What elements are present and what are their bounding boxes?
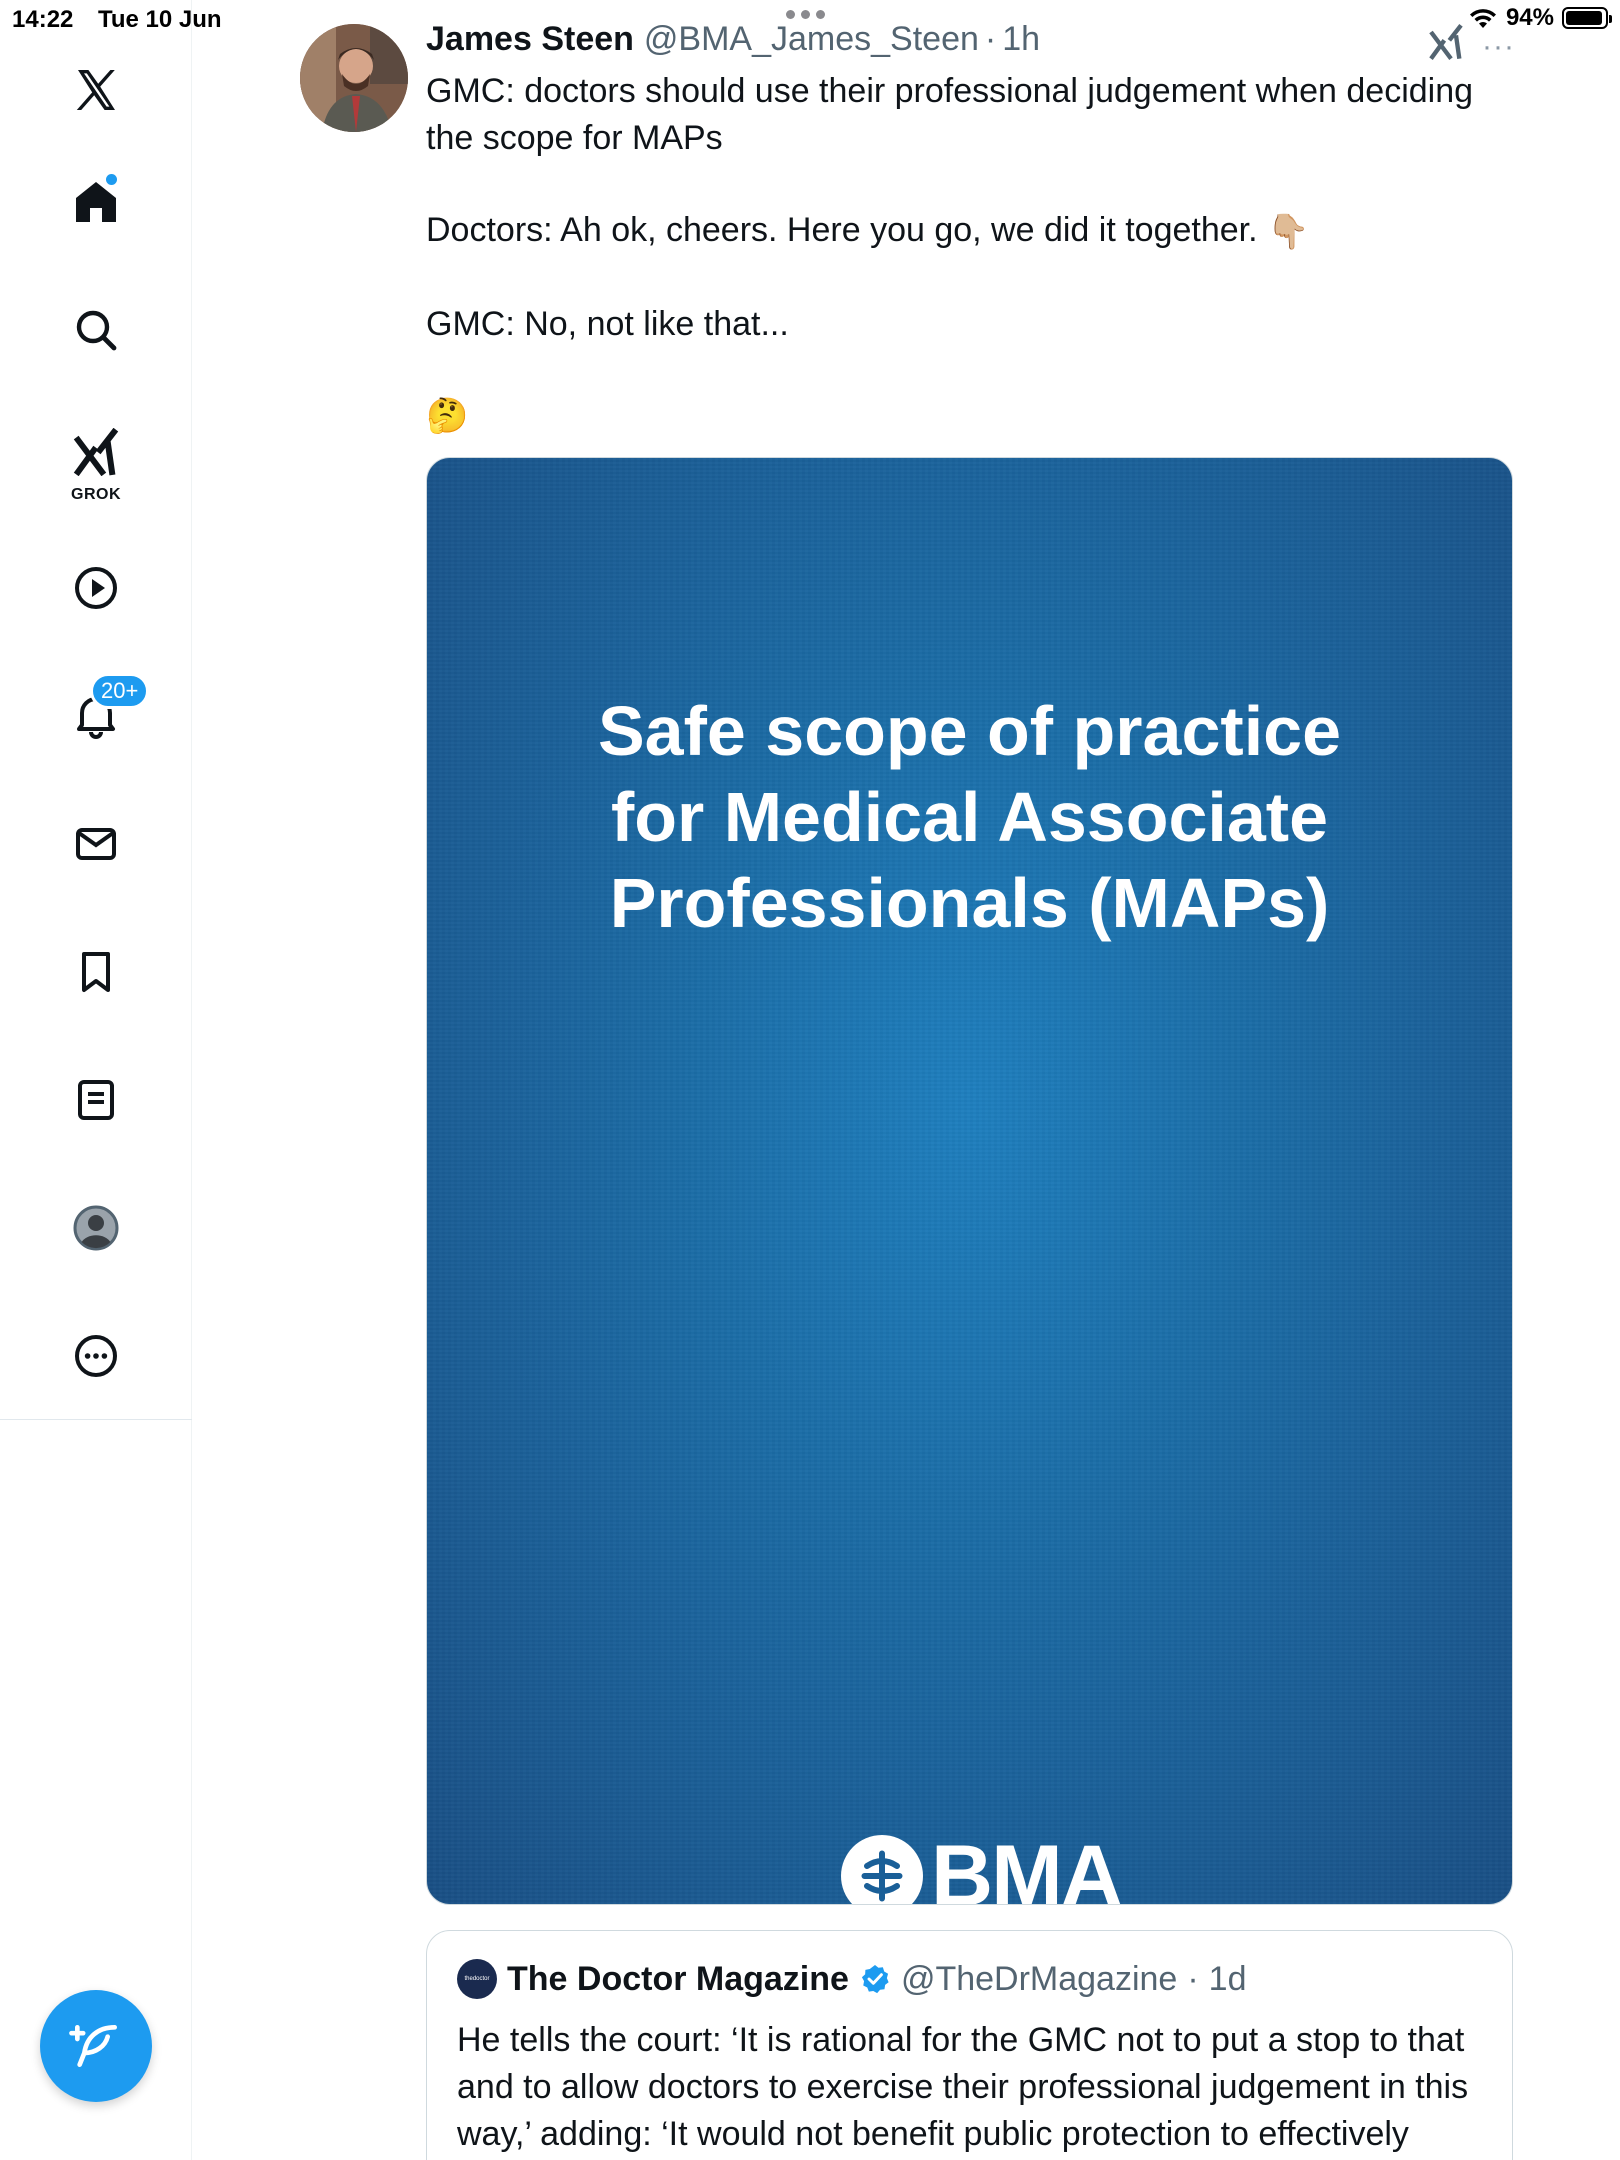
- tweet-paragraph: Doctors: Ah ok, cheers. Here you go, we …: [426, 207, 1506, 256]
- tweet-text: GMC: doctors should use their profession…: [426, 68, 1506, 485]
- play-circle-icon: [75, 567, 117, 609]
- battery-percentage: 94%: [1505, 4, 1554, 31]
- quote-text: He tells the court: ‘It is rational for …: [457, 2021, 1469, 2153]
- bma-emblem-icon: [841, 1835, 923, 1904]
- quoted-tweet[interactable]: thedoctor The Doctor Magazine @TheDrMaga…: [426, 1930, 1513, 2160]
- author-name[interactable]: James Steen: [426, 20, 634, 59]
- quote-handle[interactable]: @TheDrMagazine: [901, 1960, 1177, 1999]
- tweet-paragraph: GMC: No, not like that...: [426, 304, 789, 343]
- sidebar-item-search[interactable]: [56, 290, 136, 370]
- x-logo-icon[interactable]: [56, 50, 136, 130]
- status-right: 94%: [1468, 4, 1612, 32]
- tweet-paragraph-text: Doctors: Ah ok, cheers. Here you go, we …: [426, 211, 1258, 249]
- bookmark-icon: [82, 952, 110, 992]
- tweet-more-button[interactable]: ···: [1482, 30, 1515, 64]
- quote-header: thedoctor The Doctor Magazine @TheDrMaga…: [457, 1959, 1247, 1999]
- profile-avatar-icon: [73, 1205, 119, 1251]
- sidebar-item-profile[interactable]: [56, 1188, 136, 1268]
- sidebar-item-bookmarks[interactable]: [56, 932, 136, 1012]
- sidebar-item-home[interactable]: [56, 162, 136, 242]
- thinking-face-emoji: 🤔: [426, 396, 469, 435]
- media-title: Safe scope of practice for Medical Assoc…: [427, 688, 1512, 946]
- home-icon: [76, 182, 116, 222]
- tweet-media-image[interactable]: Safe scope of practice for Medical Assoc…: [426, 457, 1513, 1905]
- media-title-line: for Medical Associate: [610, 778, 1329, 856]
- grok-icon: [73, 428, 119, 476]
- tweet-header: James Steen @BMA_James_Steen · 1h: [426, 20, 1040, 59]
- grok-explain-icon[interactable]: [1426, 22, 1466, 62]
- meta-separator: ·: [984, 20, 997, 58]
- quote-author-name[interactable]: The Doctor Magazine: [507, 1960, 849, 1999]
- author-handle[interactable]: @BMA_James_Steen: [644, 20, 979, 59]
- bma-logo-text: BMA: [931, 1828, 1123, 1905]
- author-meta: @BMA_James_Steen · 1h: [644, 20, 1040, 59]
- notifications-badge: 20+: [90, 673, 150, 709]
- envelope-icon: [76, 828, 116, 860]
- quote-avatar[interactable]: thedoctor: [457, 1959, 497, 1999]
- compose-post-button[interactable]: [40, 1990, 152, 2102]
- sidebar-divider: [0, 1419, 192, 1420]
- sidebar-item-messages[interactable]: [56, 804, 136, 884]
- multitasking-dots-icon[interactable]: [786, 10, 825, 19]
- home-unread-dot: [106, 174, 117, 185]
- quote-avatar-text: thedoctor: [464, 1976, 490, 1982]
- search-icon: [76, 310, 117, 351]
- quote-separator: ·: [1187, 1959, 1199, 1998]
- list-icon: [78, 1080, 114, 1120]
- media-title-line: Professionals (MAPs): [609, 864, 1330, 942]
- feather-plus-icon: [69, 2025, 117, 2067]
- sidebar-nav: GROK 20+: [0, 0, 192, 2160]
- wifi-icon: [1469, 9, 1496, 28]
- pointing-down-emoji: 👇🏼: [1267, 212, 1310, 251]
- battery-icon: [1562, 7, 1612, 29]
- sidebar-item-lists[interactable]: [56, 1060, 136, 1140]
- more-circle-icon: [75, 1335, 117, 1377]
- sidebar-item-notifications[interactable]: 20+: [56, 673, 150, 755]
- media-title-line: Safe scope of practice: [597, 692, 1342, 770]
- tweet-time[interactable]: 1h: [1002, 20, 1040, 59]
- grok-label: GROK: [71, 486, 121, 503]
- verified-badge-icon: [861, 1965, 889, 1994]
- battery-level-fill: [1566, 11, 1602, 25]
- tweet-paragraph: GMC: doctors should use their profession…: [426, 72, 1474, 157]
- sidebar-item-video[interactable]: [56, 548, 136, 628]
- quote-time[interactable]: 1d: [1209, 1960, 1247, 1999]
- sidebar-item-more[interactable]: [56, 1316, 136, 1396]
- sidebar-item-grok[interactable]: GROK: [56, 418, 136, 506]
- author-avatar[interactable]: [300, 24, 408, 132]
- bma-logo: BMA: [841, 1828, 1123, 1905]
